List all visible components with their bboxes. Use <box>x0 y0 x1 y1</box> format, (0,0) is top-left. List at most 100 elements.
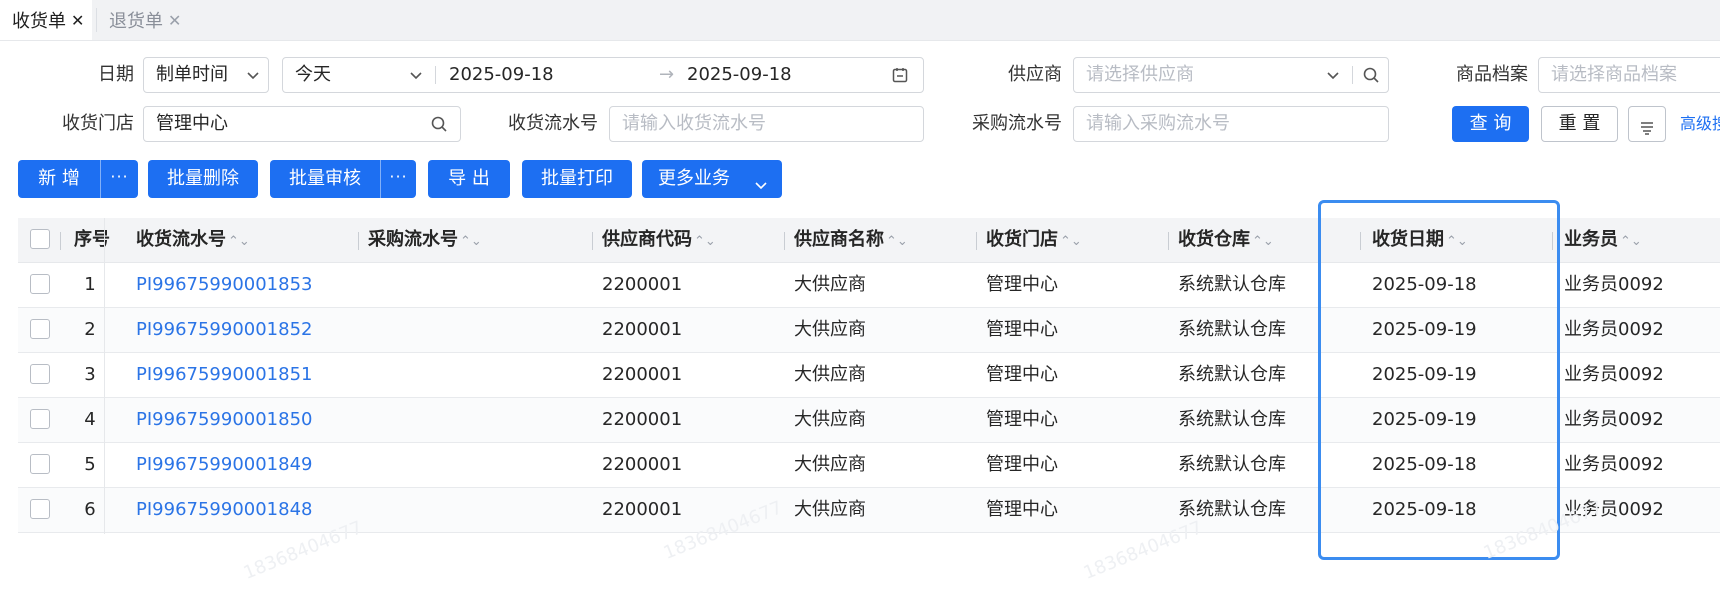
product-select[interactable]: 请选择商品档案 <box>1538 57 1720 93</box>
table-row[interactable]: 3 PI99675990001851 2200001 大供应商 管理中心 系统默… <box>18 353 1720 398</box>
table-row[interactable]: 4 PI99675990001850 2200001 大供应商 管理中心 系统默… <box>18 398 1720 443</box>
close-icon[interactable]: ✕ <box>71 11 84 30</box>
reset-button[interactable]: 重 置 <box>1541 106 1618 142</box>
table-row[interactable]: 6 PI99675990001848 2200001 大供应商 管理中心 系统默… <box>18 488 1720 533</box>
cell-date: 2025-09-19 <box>1372 364 1477 385</box>
batch-review-button-group[interactable]: 批量审核 ··· <box>270 160 416 198</box>
cell-supplier-code: 2200001 <box>602 409 683 430</box>
add-button[interactable]: 新 增 <box>18 160 100 198</box>
table-row[interactable]: 2 PI99675990001852 2200001 大供应商 管理中心 系统默… <box>18 308 1720 353</box>
purchase-no-input[interactable]: 请输入采购流水号 <box>1073 106 1389 142</box>
col-store[interactable]: 收货门店 ⌃⌄ <box>986 218 1082 262</box>
receipt-no-input[interactable]: 请输入收货流水号 <box>609 106 924 142</box>
col-date-label: 收货日期 <box>1372 229 1444 250</box>
row-checkbox[interactable] <box>30 364 50 384</box>
col-date[interactable]: 收货日期 ⌃⌄ <box>1372 218 1468 262</box>
supplier-placeholder: 请选择供应商 <box>1086 64 1194 85</box>
cell-warehouse: 系统默认仓库 <box>1178 319 1286 340</box>
advanced-search-link[interactable]: 高级搜 <box>1680 106 1720 142</box>
cell-supplier-name: 大供应商 <box>794 454 866 475</box>
cell-supplier-name: 大供应商 <box>794 274 866 295</box>
more-dots-icon[interactable]: ··· <box>101 160 138 198</box>
column-settings-button[interactable] <box>1628 106 1666 142</box>
batch-delete-button[interactable]: 批量删除 <box>148 160 258 198</box>
cell-receipt-no-link[interactable]: PI99675990001852 <box>136 308 313 352</box>
cell-date: 2025-09-18 <box>1372 274 1477 295</box>
cell-store: 管理中心 <box>986 319 1058 340</box>
search-icon[interactable] <box>1362 66 1380 84</box>
more-dots-icon[interactable]: ··· <box>381 160 416 198</box>
sort-icon[interactable]: ⌃⌄ <box>694 234 716 249</box>
supplier-select[interactable]: 请选择供应商 <box>1073 57 1389 93</box>
search-icon[interactable] <box>430 115 448 133</box>
row-checkbox[interactable] <box>30 319 50 339</box>
tab-receipt[interactable]: 收货单 ✕ <box>0 0 93 40</box>
row-checkbox[interactable] <box>30 409 50 429</box>
table-row[interactable]: 5 PI99675990001849 2200001 大供应商 管理中心 系统默… <box>18 443 1720 488</box>
sort-icon[interactable]: ⌃⌄ <box>228 234 250 249</box>
close-icon[interactable]: ✕ <box>168 11 181 30</box>
column-divider <box>358 232 359 250</box>
chevron-down-icon <box>752 170 770 190</box>
cell-receipt-no-link[interactable]: PI99675990001850 <box>136 398 313 442</box>
product-placeholder: 请选择商品档案 <box>1551 64 1677 85</box>
calendar-icon[interactable] <box>891 66 909 84</box>
col-purchase-no-label: 采购流水号 <box>368 229 458 250</box>
row-checkbox[interactable] <box>30 454 50 474</box>
cell-warehouse: 系统默认仓库 <box>1178 454 1286 475</box>
table-row[interactable]: 1 PI99675990001853 2200001 大供应商 管理中心 系统默… <box>18 263 1720 308</box>
col-receipt-no-label: 收货流水号 <box>136 229 226 250</box>
batch-review-button[interactable]: 批量审核 <box>270 160 380 198</box>
batch-print-button[interactable]: 批量打印 <box>522 160 632 198</box>
col-supplier-name[interactable]: 供应商名称 ⌃⌄ <box>794 218 908 262</box>
cell-receipt-no-link[interactable]: PI99675990001849 <box>136 443 313 487</box>
column-divider <box>784 232 785 250</box>
col-warehouse[interactable]: 收货仓库 ⌃⌄ <box>1178 218 1274 262</box>
date-type-value: 制单时间 <box>156 64 228 85</box>
purchase-no-placeholder: 请输入采购流水号 <box>1086 113 1230 134</box>
date-type-select[interactable]: 制单时间 <box>143 57 269 93</box>
col-supplier-code[interactable]: 供应商代码 ⌃⌄ <box>602 218 716 262</box>
row-checkbox[interactable] <box>30 499 50 519</box>
select-all-checkbox[interactable] <box>30 229 50 249</box>
col-salesman-label: 业务员 <box>1564 229 1618 250</box>
more-business-button[interactable]: 更多业务 <box>642 160 782 198</box>
query-button[interactable]: 查 询 <box>1452 106 1529 142</box>
receipt-no-placeholder: 请输入收货流水号 <box>622 113 766 134</box>
cell-receipt-no-link[interactable]: PI99675990001851 <box>136 353 313 397</box>
date-range-picker[interactable]: 今天 2025-09-18 → 2025-09-18 <box>282 57 924 93</box>
sort-icon[interactable]: ⌃⌄ <box>1620 234 1642 249</box>
list-settings-icon <box>1638 115 1656 135</box>
divider <box>435 66 436 84</box>
column-divider <box>976 232 977 250</box>
cell-supplier-code: 2200001 <box>602 364 683 385</box>
sort-icon[interactable]: ⌃⌄ <box>460 234 482 249</box>
sort-icon[interactable]: ⌃⌄ <box>1060 234 1082 249</box>
store-label: 收货门店 <box>62 113 134 134</box>
col-warehouse-label: 收货仓库 <box>1178 229 1250 250</box>
sort-icon[interactable]: ⌃⌄ <box>886 234 908 249</box>
cell-store: 管理中心 <box>986 409 1058 430</box>
tab-return[interactable]: 退货单 ✕ <box>97 0 189 40</box>
store-value: 管理中心 <box>156 113 228 134</box>
date-to-input[interactable]: 2025-09-18 <box>687 58 792 92</box>
sort-icon[interactable]: ⌃⌄ <box>1252 234 1274 249</box>
cell-receipt-no-link[interactable]: PI99675990001853 <box>136 263 313 307</box>
cell-salesman: 业务员0092 <box>1564 274 1664 295</box>
date-label: 日期 <box>98 64 134 85</box>
chevron-down-icon[interactable] <box>407 66 425 84</box>
col-store-label: 收货门店 <box>986 229 1058 250</box>
sort-icon[interactable]: ⌃⌄ <box>1446 234 1468 249</box>
cell-date: 2025-09-19 <box>1372 409 1477 430</box>
cell-receipt-no-link[interactable]: PI99675990001848 <box>136 488 313 532</box>
date-from-input[interactable]: 2025-09-18 <box>449 58 554 92</box>
export-button[interactable]: 导 出 <box>428 160 510 198</box>
col-receipt-no[interactable]: 收货流水号 ⌃⌄ <box>136 218 250 262</box>
row-checkbox[interactable] <box>30 274 50 294</box>
col-purchase-no[interactable]: 采购流水号 ⌃⌄ <box>368 218 482 262</box>
purchase-no-label: 采购流水号 <box>972 113 1062 134</box>
add-button-group[interactable]: 新 增 ··· <box>18 160 138 198</box>
col-salesman[interactable]: 业务员 ⌃⌄ <box>1564 218 1642 262</box>
cell-salesman: 业务员0092 <box>1564 454 1664 475</box>
store-input[interactable]: 管理中心 <box>143 106 461 142</box>
